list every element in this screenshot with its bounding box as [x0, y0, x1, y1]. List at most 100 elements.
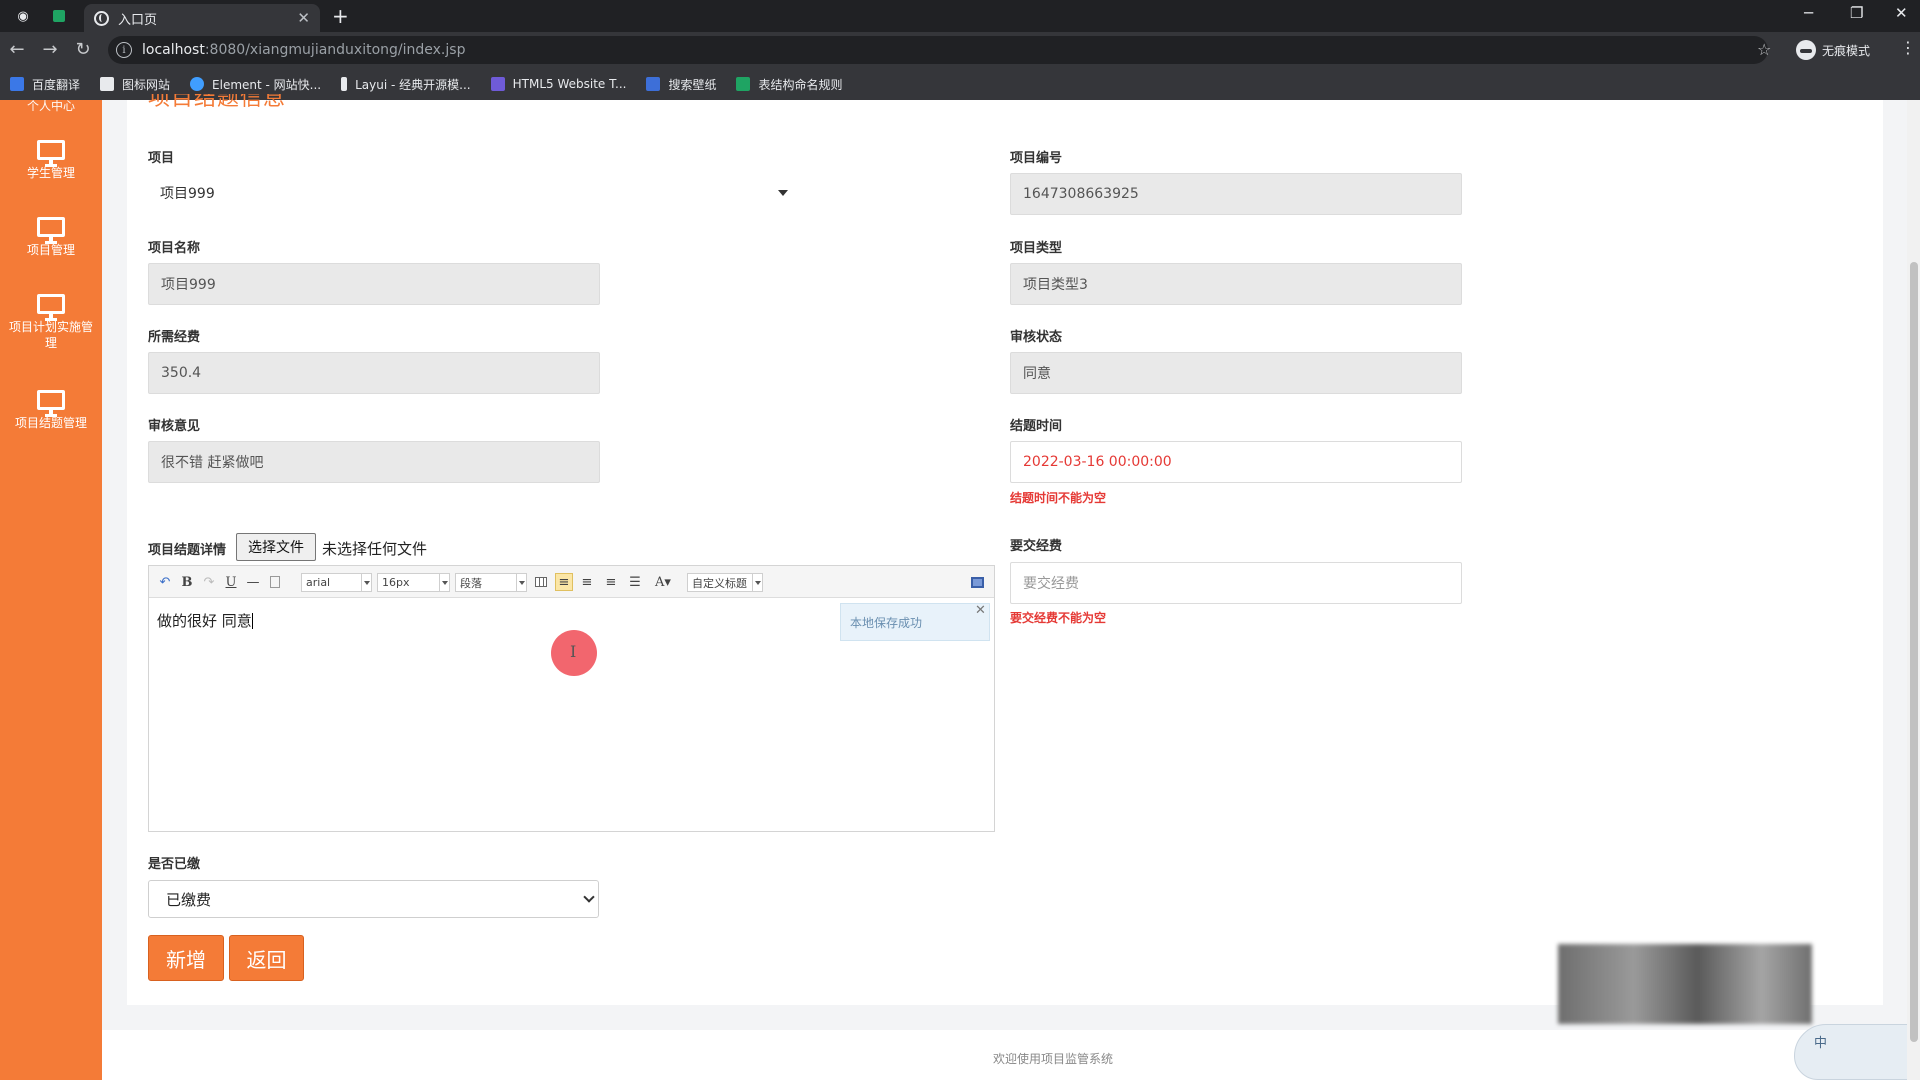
project-name-field: 项目999: [148, 263, 600, 305]
sidebar-item-label: 项目结题管理: [14, 416, 87, 430]
review-status-field: 同意: [1010, 352, 1462, 394]
back-icon[interactable]: ←: [6, 39, 28, 60]
caret-down-icon[interactable]: [778, 190, 788, 196]
editor-content[interactable]: 做的很好 同意: [157, 610, 253, 631]
align-right-icon[interactable]: ≡: [603, 573, 619, 591]
browser-menu-icon[interactable]: ⋮: [1900, 38, 1916, 57]
sidebar-item-personal-center[interactable]: 个人中心: [0, 100, 102, 112]
project-name-label: 项目名称: [148, 241, 201, 256]
minimize-icon[interactable]: ─: [1804, 4, 1813, 22]
align-center-icon[interactable]: ≡: [579, 573, 595, 591]
add-button[interactable]: 新增: [148, 935, 224, 981]
paid-select[interactable]: 已缴费: [148, 880, 599, 918]
close-window-icon[interactable]: ✕: [1895, 4, 1908, 22]
toast-close-icon[interactable]: ✕: [975, 603, 986, 618]
address-bar[interactable]: i localhost:8080/xiangmujianduxitong/ind…: [108, 36, 1768, 64]
project-select[interactable]: 项目999: [148, 172, 798, 214]
dropdown-arrow-icon: [752, 574, 762, 591]
globe-icon: [94, 10, 109, 26]
project-label: 项目: [148, 151, 175, 166]
sidebar-item-label: 项目计划实施管理: [8, 320, 93, 350]
monitor-icon: [37, 140, 65, 167]
page-title: 项目结题信息: [148, 94, 287, 111]
fee-input[interactable]: 要交经费: [1010, 562, 1462, 604]
sidebar: 个人中心 学生管理 项目管理 项目计划实施管理 项目结题管理: [0, 100, 102, 1080]
forward-icon[interactable]: →: [39, 39, 61, 60]
paid-select-value: 已缴费: [166, 890, 212, 909]
project-no-field: 1647308663925: [1010, 173, 1462, 215]
redo-icon[interactable]: ↷: [201, 573, 217, 591]
bookmark-item[interactable]: 百度翻译: [10, 76, 80, 93]
info-icon[interactable]: i: [116, 42, 132, 58]
footer-text: 欢迎使用项目监管系统: [993, 1052, 1114, 1066]
blurred-overlay: [1558, 944, 1812, 1024]
chrome-icon[interactable]: ◉: [12, 5, 34, 27]
ime-widget[interactable]: [1794, 1024, 1920, 1080]
table-icon[interactable]: [533, 573, 549, 591]
font-size-select[interactable]: 16px: [377, 573, 450, 592]
reload-icon[interactable]: ↻: [72, 39, 94, 60]
mouse-pointer-highlight: [551, 630, 597, 676]
bookmark-item[interactable]: 图标网站: [100, 76, 170, 93]
sidebar-item-project-plans[interactable]: 项目计划实施管理: [0, 294, 102, 351]
choose-file-button[interactable]: 选择文件: [236, 533, 316, 561]
review-status-label: 审核状态: [1010, 330, 1063, 345]
html5-icon: [490, 77, 505, 91]
budget-field: 350.4: [148, 352, 600, 394]
incognito-label: 无痕模式: [1822, 43, 1871, 58]
url-path: :8080/xiangmujianduxitong/index.jsp: [204, 42, 466, 58]
horizontal-rule-icon[interactable]: —: [245, 573, 261, 591]
table-icon: [736, 77, 751, 91]
restore-icon[interactable]: ❐: [1850, 4, 1863, 22]
ime-mode-label[interactable]: 中: [1814, 1032, 1827, 1051]
close-tab-icon[interactable]: ✕: [297, 9, 310, 27]
bold-icon[interactable]: B: [179, 573, 195, 591]
sidebar-item-students[interactable]: 学生管理: [0, 140, 102, 181]
new-tab-icon[interactable]: +: [332, 4, 349, 28]
bookmark-item[interactable]: Element - 网站快...: [190, 76, 321, 93]
dropdown-arrow-icon: [516, 574, 526, 591]
detail-label: 项目结题详情: [148, 543, 227, 558]
clear-format-icon[interactable]: [267, 573, 283, 591]
custom-title-select[interactable]: 自定义标题: [687, 573, 763, 592]
scrollbar-thumb[interactable]: [1910, 262, 1918, 1042]
flag-icon: [100, 77, 115, 91]
sidebar-item-projects[interactable]: 项目管理: [0, 217, 102, 258]
budget-label: 所需经费: [148, 330, 201, 345]
browser-toolbar: ← → ↻ i localhost:8080/xiangmujianduxito…: [0, 32, 1920, 68]
pinned-tab-icon[interactable]: [48, 5, 70, 27]
bookmark-item[interactable]: HTML5 Website T...: [490, 77, 626, 91]
bookmarks-bar: 百度翻译 图标网站 Element - 网站快... Layui - 经典开源模…: [0, 68, 1920, 100]
project-type-field: 项目类型3: [1010, 263, 1462, 305]
bookmark-item[interactable]: Layui - 经典开源模...: [341, 76, 471, 93]
undo-icon[interactable]: ↶: [157, 573, 173, 591]
element-logo-icon: [190, 77, 205, 91]
active-tab[interactable]: 入口页 ✕: [84, 4, 320, 32]
sidebar-item-label: 学生管理: [26, 166, 75, 180]
bookmark-item[interactable]: 表结构命名规则: [736, 76, 842, 93]
dropdown-arrow-icon: [361, 574, 371, 591]
monitor-icon: [37, 390, 65, 417]
file-status-text: 未选择任何文件: [322, 540, 428, 558]
monitor-icon: [37, 294, 65, 321]
incognito-indicator[interactable]: 无痕模式: [1796, 40, 1870, 60]
project-type-label: 项目类型: [1010, 241, 1063, 256]
back-button[interactable]: 返回: [229, 935, 304, 981]
text-cursor: [251, 613, 253, 629]
align-left-icon[interactable]: ≡: [555, 573, 573, 591]
sidebar-item-project-closure[interactable]: 项目结题管理: [0, 390, 102, 431]
fee-error: 要交经费不能为空: [1010, 611, 1107, 625]
font-family-select[interactable]: arial: [301, 573, 372, 592]
bookmark-star-icon[interactable]: ☆: [1757, 40, 1771, 59]
project-no-label: 项目编号: [1010, 151, 1063, 166]
align-justify-icon[interactable]: ☰: [627, 573, 643, 591]
paragraph-select[interactable]: 段落: [455, 573, 527, 592]
review-opinion-field: 很不错 赶紧做吧: [148, 441, 600, 483]
underline-icon[interactable]: U: [223, 573, 239, 591]
font-color-icon[interactable]: A▾: [651, 573, 675, 591]
bookmark-item[interactable]: 搜索壁纸: [646, 76, 716, 93]
layui-logo-icon: [341, 77, 348, 91]
bookmark-icon: [10, 77, 24, 91]
end-time-input[interactable]: 2022-03-16 00:00:00: [1010, 441, 1462, 483]
fullscreen-icon[interactable]: [969, 573, 985, 591]
